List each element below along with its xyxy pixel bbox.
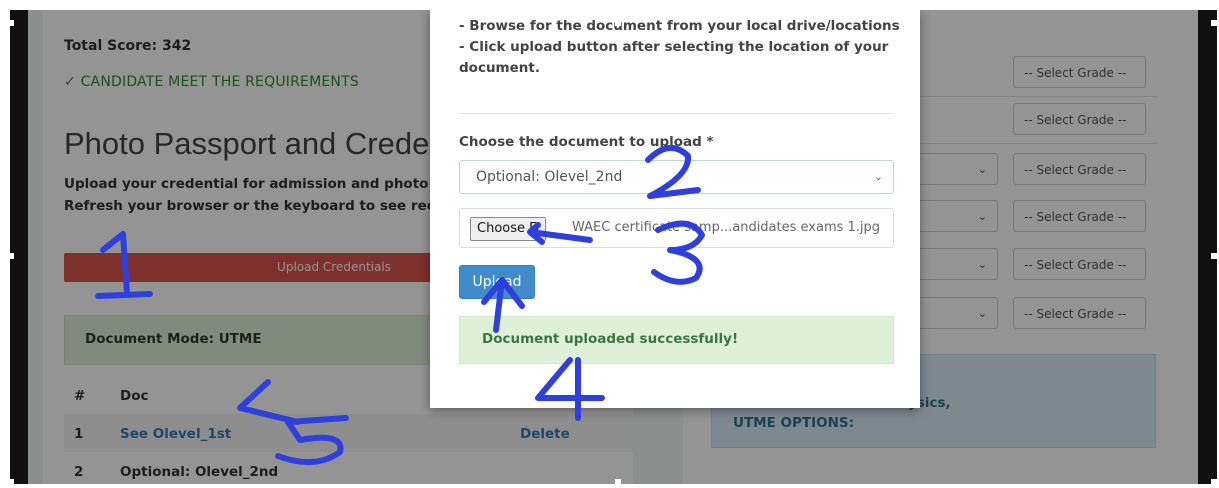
resize-handle[interactable] bbox=[1211, 479, 1217, 485]
resize-handle[interactable] bbox=[615, 20, 621, 26]
choose-document-label: Choose the document to upload * bbox=[459, 134, 714, 150]
upload-button[interactable]: Upload bbox=[459, 265, 535, 299]
resize-handle[interactable] bbox=[8, 20, 14, 26]
resize-handle[interactable] bbox=[1211, 253, 1217, 259]
file-input[interactable]: Choose Fi WAEC certificate samp...andida… bbox=[459, 208, 894, 248]
divider bbox=[459, 113, 894, 114]
resize-handle[interactable] bbox=[615, 479, 621, 485]
upload-document-modal: - Browse for the document from your loca… bbox=[430, 10, 920, 408]
selected-file-name: WAEC certificate samp...andidates exams … bbox=[572, 220, 881, 235]
resize-handle[interactable] bbox=[1211, 20, 1217, 26]
resize-handle[interactable] bbox=[8, 253, 14, 259]
document-select-value: Optional: Olevel_2nd bbox=[476, 169, 623, 185]
resize-handle[interactable] bbox=[8, 479, 14, 485]
document-select[interactable]: Optional: Olevel_2nd ⌄ bbox=[459, 160, 894, 194]
success-alert: Document uploaded successfully! bbox=[459, 316, 894, 364]
choose-file-button[interactable]: Choose Fi bbox=[470, 217, 547, 241]
modal-instructions: - Browse for the document from your loca… bbox=[459, 16, 904, 79]
instruction-line: - Browse for the document from your loca… bbox=[459, 18, 900, 34]
instruction-line: - Click upload button after selecting th… bbox=[459, 39, 889, 76]
chevron-down-icon: ⌄ bbox=[873, 170, 883, 183]
screenshot-frame: Total Score: 342 ✓ CANDIDATE MEET THE RE… bbox=[10, 10, 1217, 484]
success-message: Document uploaded successfully! bbox=[482, 331, 739, 347]
